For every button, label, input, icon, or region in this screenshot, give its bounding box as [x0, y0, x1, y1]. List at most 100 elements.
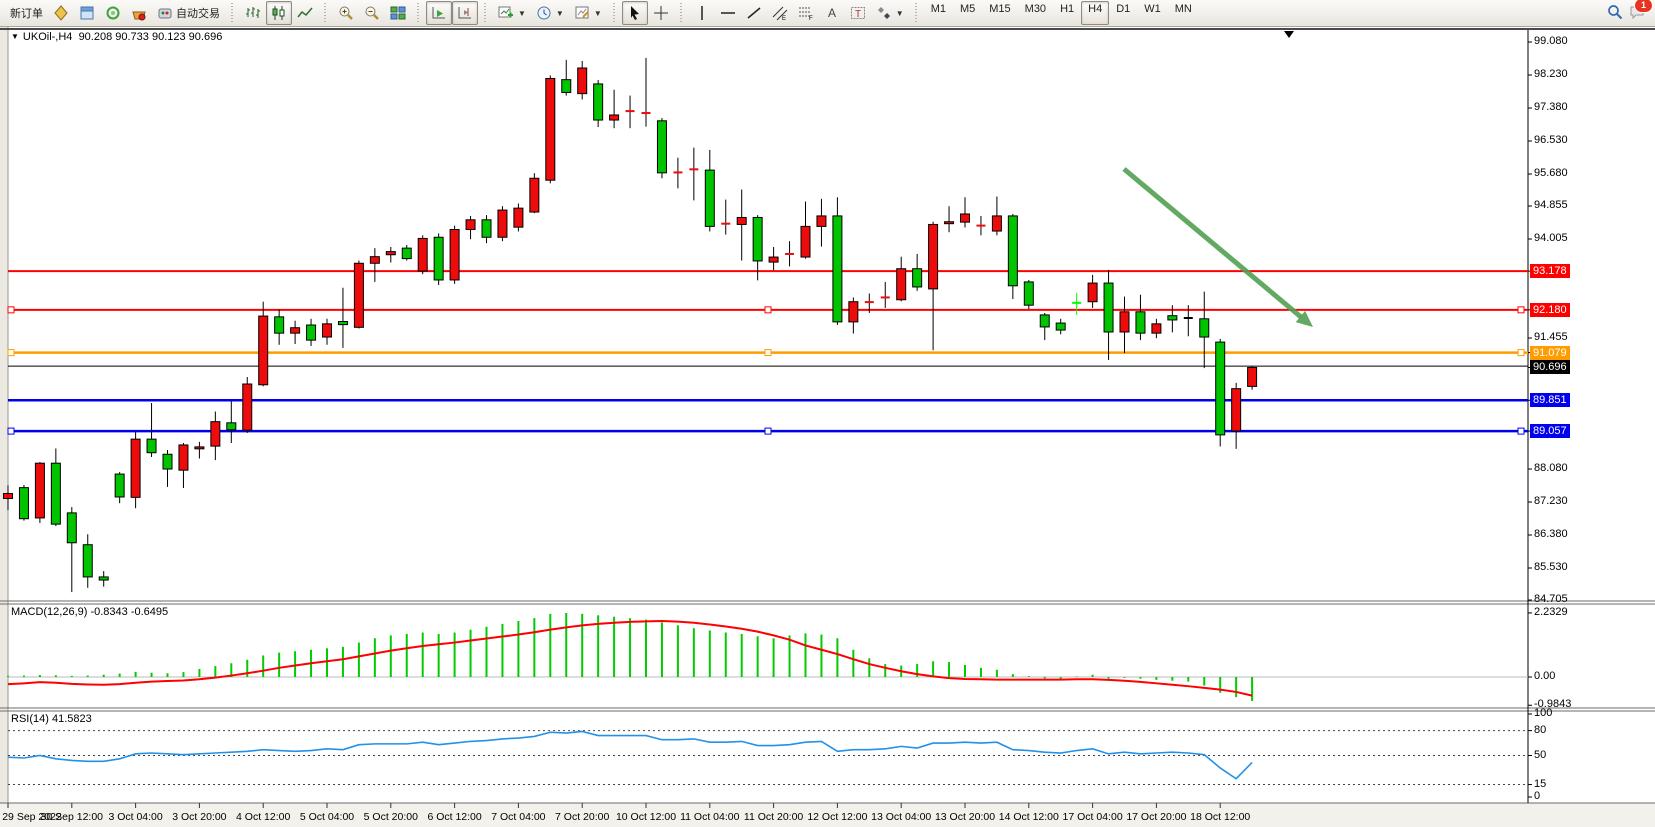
- vline-icon: [694, 5, 710, 21]
- timeframe-w1-button[interactable]: W1: [1137, 1, 1168, 25]
- tile-windows-button[interactable]: [385, 1, 411, 25]
- timeframe-mn-button[interactable]: MN: [1168, 1, 1199, 25]
- zoom-in-icon: [338, 5, 354, 21]
- toolbar-group-scroll: [423, 1, 481, 26]
- fibonacci-button[interactable]: F: [793, 1, 819, 25]
- toolbar-right: 1: [1607, 4, 1653, 23]
- line-chart-button[interactable]: [292, 1, 318, 25]
- candlestick: [657, 118, 666, 178]
- candlestick: [450, 226, 459, 284]
- time-axis-label: 11 Oct 20:00: [744, 811, 803, 823]
- vertical-line-button[interactable]: [689, 1, 715, 25]
- autotrading-button[interactable]: 自动交易: [152, 1, 225, 25]
- price-axis-label: 94.855: [1534, 199, 1568, 211]
- collapse-triangle-icon[interactable]: ▼: [11, 32, 19, 41]
- market-watch-button[interactable]: [48, 1, 74, 25]
- profiles-button[interactable]: ▼: [531, 1, 569, 25]
- tile-windows-icon: [390, 5, 406, 21]
- search-icon[interactable]: [1607, 4, 1623, 23]
- equidistant-channel-button[interactable]: E: [767, 1, 793, 25]
- toolbar-group-draw-tools: E F AT ▼: [686, 1, 912, 26]
- line-handle[interactable]: [8, 307, 14, 313]
- timeframe-h4-button[interactable]: H4: [1081, 1, 1109, 25]
- svg-text:F: F: [809, 16, 813, 21]
- crosshair-button[interactable]: [648, 1, 674, 25]
- candlestick-chart-button[interactable]: [266, 1, 292, 25]
- templates-button[interactable]: ▼: [569, 1, 607, 25]
- navigator-button[interactable]: [100, 1, 126, 25]
- candlestick: [546, 75, 555, 183]
- time-axis-label: 5 Oct 04:00: [300, 811, 354, 823]
- time-axis-label: 17 Oct 20:00: [1126, 811, 1186, 823]
- navigator-icon: [105, 5, 121, 21]
- chevron-down-icon[interactable]: ▼: [896, 9, 904, 18]
- line-handle[interactable]: [8, 350, 14, 356]
- zoom-in-button[interactable]: [333, 1, 359, 25]
- terminal-button[interactable]: [126, 1, 152, 25]
- cursor-button[interactable]: [622, 1, 648, 25]
- price-line-label: 89.851: [1530, 393, 1570, 407]
- chevron-down-icon[interactable]: ▼: [556, 9, 564, 18]
- price-axis-label: 96.530: [1534, 134, 1568, 146]
- horizontal-line-button[interactable]: [715, 1, 741, 25]
- zoom-out-button[interactable]: [359, 1, 385, 25]
- new-chart-button[interactable]: ▼: [493, 1, 531, 25]
- line-handle[interactable]: [765, 428, 771, 434]
- candlestick: [498, 206, 507, 241]
- line-handle[interactable]: [1518, 428, 1524, 434]
- time-axis-label: 3 Oct 20:00: [172, 811, 226, 823]
- line-handle[interactable]: [1518, 350, 1524, 356]
- chevron-down-icon[interactable]: ▼: [518, 9, 526, 18]
- new-chart-icon: [498, 5, 514, 21]
- toolbar-group-zoom: [330, 1, 414, 26]
- line-handle[interactable]: [765, 307, 771, 313]
- label-t-icon: T: [850, 5, 866, 21]
- timeframe-m1-button[interactable]: M1: [924, 1, 953, 25]
- crosshair-icon: [653, 5, 669, 21]
- chevron-down-icon[interactable]: ▼: [594, 9, 602, 18]
- chart-shift-button[interactable]: [452, 1, 478, 25]
- left-margin: [0, 27, 8, 827]
- timeframe-h1-button[interactable]: H1: [1053, 1, 1081, 25]
- auto-scroll-button[interactable]: [426, 1, 452, 25]
- timeframe-m15-button[interactable]: M15: [982, 1, 1017, 25]
- candlestick: [131, 432, 140, 508]
- time-axis-label: 30 Sep 12:00: [41, 811, 103, 823]
- text-button[interactable]: A: [819, 1, 845, 25]
- ohlc-values: 90.208 90.733 90.123 90.696: [79, 31, 223, 43]
- toolbar: 新订单 自动交易 ▼ ▼ ▼ E F AT ▼ M1M5M15M30H1H4D1W1MN 1: [0, 0, 1655, 27]
- candlestick: [354, 261, 363, 329]
- trendline-button[interactable]: [741, 1, 767, 25]
- bar-chart-button[interactable]: [240, 1, 266, 25]
- timeframe-m30-button[interactable]: M30: [1018, 1, 1053, 25]
- timeframe-m5-button[interactable]: M5: [953, 1, 982, 25]
- time-axis-label: 17 Oct 04:00: [1063, 811, 1123, 823]
- data-window-icon: [79, 5, 95, 21]
- notification-badge: 1: [1634, 0, 1653, 13]
- terminal-icon: [131, 5, 147, 21]
- line-handle[interactable]: [8, 428, 14, 434]
- time-axis-label: 7 Oct 04:00: [491, 811, 545, 823]
- price-axis-label: 94.005: [1534, 232, 1568, 244]
- text-label-button[interactable]: T: [845, 1, 871, 25]
- line-chart-icon: [297, 5, 313, 21]
- fibo-icon: F: [798, 5, 814, 21]
- timeframe-d1-button[interactable]: D1: [1109, 1, 1137, 25]
- timeframe-group: M1M5M15M30H1H4D1W1MN: [921, 1, 1202, 26]
- time-axis-label: 13 Oct 20:00: [935, 811, 995, 823]
- line-handle[interactable]: [1518, 307, 1524, 313]
- macd-axis-label: 2.2329: [1534, 606, 1568, 618]
- time-axis-label: 13 Oct 04:00: [871, 811, 931, 823]
- arrows-button[interactable]: ▼: [871, 1, 909, 25]
- new-order-button[interactable]: 新订单: [5, 1, 48, 25]
- candlestick: [594, 80, 603, 127]
- data-window-button[interactable]: [74, 1, 100, 25]
- price-axis-label: 88.080: [1534, 462, 1568, 474]
- chart-canvas: [0, 0, 1655, 827]
- toolbar-separator: [612, 3, 617, 24]
- svg-text:E: E: [782, 16, 786, 21]
- chat-icon[interactable]: 1: [1629, 4, 1645, 23]
- line-handle[interactable]: [765, 350, 771, 356]
- candle-chart-icon: [271, 5, 287, 21]
- candlestick: [418, 235, 427, 274]
